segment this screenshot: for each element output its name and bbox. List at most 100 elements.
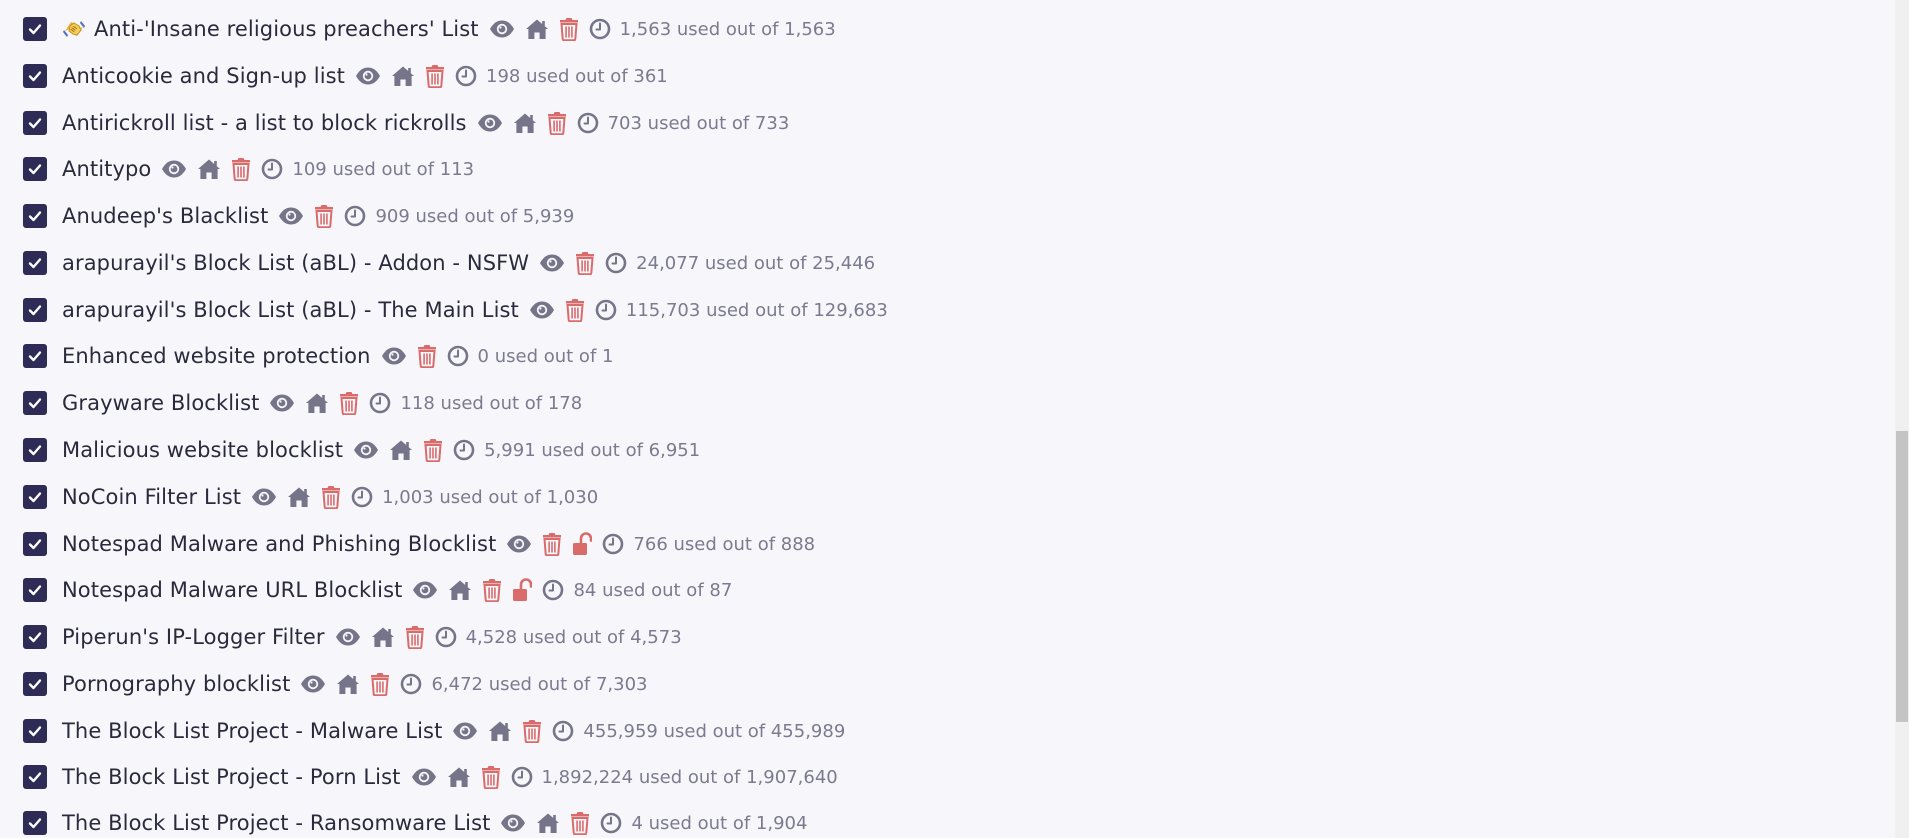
enabled-checkbox[interactable] [23, 672, 47, 696]
enabled-checkbox[interactable] [23, 251, 47, 275]
trash-icon[interactable] [314, 204, 334, 228]
eye-icon[interactable] [300, 672, 326, 696]
eye-icon[interactable] [539, 251, 565, 275]
list-item-content: Anudeep's Blacklist 909 used out of 5,939 [62, 200, 574, 232]
enabled-checkbox[interactable] [23, 17, 47, 41]
eye-icon[interactable] [355, 64, 381, 88]
usage-count: 109 used out of 113 [292, 158, 475, 180]
trash-icon[interactable] [565, 298, 585, 322]
home-icon[interactable] [305, 391, 329, 415]
list-item-content: Enhanced website protection 0 used out of… [62, 340, 613, 372]
eye-icon[interactable] [353, 438, 379, 462]
enabled-checkbox[interactable] [23, 578, 47, 602]
list-item: arapurayil's Block List (aBL) - Addon - … [0, 247, 1880, 279]
enabled-checkbox[interactable] [23, 719, 47, 743]
usage-count: 766 used out of 888 [633, 533, 816, 555]
eye-icon[interactable] [335, 625, 361, 649]
usage-count: 24,077 used out of 25,446 [636, 252, 876, 274]
list-item-content: Notespad Malware URL Blocklist 84 used ou… [62, 574, 732, 606]
eye-icon[interactable] [506, 532, 532, 556]
list-item-content: Grayware Blocklist 118 used out of 178 [62, 387, 582, 419]
home-icon[interactable] [513, 111, 537, 135]
usage-count: 4 used out of 1,904 [631, 812, 808, 834]
eye-icon[interactable] [412, 578, 438, 602]
trash-icon[interactable] [547, 111, 567, 135]
enabled-checkbox[interactable] [23, 344, 47, 368]
scrollbar-track[interactable] [1895, 0, 1909, 838]
home-icon[interactable] [525, 17, 549, 41]
usage-count: 4,528 used out of 4,573 [465, 626, 682, 648]
checkmark-icon [28, 585, 42, 596]
trash-icon[interactable] [417, 344, 437, 368]
blocklist-name: Piperun's IP-Logger Filter [62, 625, 325, 649]
eye-icon[interactable] [529, 298, 555, 322]
trash-icon[interactable] [570, 811, 590, 835]
trash-icon[interactable] [321, 485, 341, 509]
list-item: Anticookie and Sign-up list 198 used out … [0, 60, 1880, 92]
trash-icon[interactable] [425, 64, 445, 88]
list-item: Notespad Malware URL Blocklist 84 used ou… [0, 574, 1880, 606]
scrollbar-thumb[interactable] [1896, 431, 1908, 722]
trash-icon[interactable] [481, 765, 501, 789]
eye-icon[interactable] [452, 719, 478, 743]
home-icon[interactable] [287, 485, 311, 509]
checkmark-icon [28, 445, 42, 456]
unlock-icon[interactable] [512, 578, 533, 602]
checkmark-icon [28, 726, 42, 737]
eye-icon[interactable] [489, 17, 515, 41]
clock-icon [351, 485, 373, 509]
trash-icon[interactable] [522, 719, 542, 743]
home-icon[interactable] [391, 64, 415, 88]
unlock-icon[interactable] [572, 532, 593, 556]
home-icon[interactable] [448, 578, 472, 602]
home-icon[interactable] [488, 719, 512, 743]
enabled-checkbox[interactable] [23, 811, 47, 835]
home-icon[interactable] [389, 438, 413, 462]
enabled-checkbox[interactable] [23, 298, 47, 322]
home-icon[interactable] [371, 625, 395, 649]
eye-icon[interactable] [500, 811, 526, 835]
enabled-checkbox[interactable] [23, 64, 47, 88]
clock-icon [602, 532, 624, 556]
trash-icon[interactable] [423, 438, 443, 462]
eye-icon[interactable] [278, 204, 304, 228]
trash-icon[interactable] [542, 532, 562, 556]
enabled-checkbox[interactable] [23, 485, 47, 509]
eye-icon[interactable] [269, 391, 295, 415]
trash-icon[interactable] [559, 17, 579, 41]
clock-icon [577, 111, 599, 135]
trash-icon[interactable] [405, 625, 425, 649]
eye-icon[interactable] [477, 111, 503, 135]
usage-count: 198 used out of 361 [486, 65, 668, 87]
list-item-content: Notespad Malware and Phishing Blocklist 7… [62, 528, 815, 560]
eye-icon[interactable] [381, 344, 407, 368]
usage-count: 1,003 used out of 1,030 [382, 486, 599, 508]
enabled-checkbox[interactable] [23, 625, 47, 649]
usage-count: 909 used out of 5,939 [375, 205, 575, 227]
list-item: Pornography blocklist 6,472 used out of 7… [0, 668, 1880, 700]
enabled-checkbox[interactable] [23, 391, 47, 415]
home-icon[interactable] [447, 765, 471, 789]
clock-icon [435, 625, 457, 649]
eye-icon[interactable] [251, 485, 277, 509]
enabled-checkbox[interactable] [23, 111, 47, 135]
eye-icon[interactable] [411, 765, 437, 789]
trash-icon[interactable] [370, 672, 390, 696]
enabled-checkbox[interactable] [23, 765, 47, 789]
eye-icon[interactable] [161, 157, 187, 181]
enabled-checkbox[interactable] [23, 204, 47, 228]
enabled-checkbox[interactable] [23, 157, 47, 181]
home-icon[interactable] [336, 672, 360, 696]
blocklist-name: Anti-'Insane religious preachers' List [94, 17, 479, 41]
clock-icon [511, 765, 533, 789]
trash-icon[interactable] [339, 391, 359, 415]
home-icon[interactable] [197, 157, 221, 181]
blocklist-name: NoCoin Filter List [62, 485, 242, 509]
trash-icon[interactable] [482, 578, 502, 602]
clock-icon [552, 719, 574, 743]
enabled-checkbox[interactable] [23, 532, 47, 556]
home-icon[interactable] [536, 811, 560, 835]
trash-icon[interactable] [231, 157, 251, 181]
enabled-checkbox[interactable] [23, 438, 47, 462]
trash-icon[interactable] [575, 251, 595, 275]
